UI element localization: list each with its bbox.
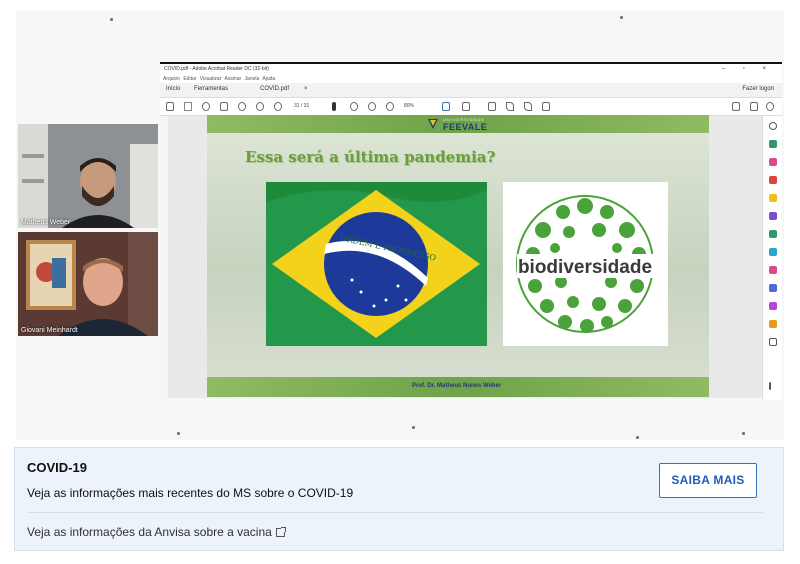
zoom-tool-icon[interactable] (769, 122, 777, 130)
frame-speck (620, 16, 623, 19)
presentation-slide: UNIVERSIDADE FEEVALE Essa será a última … (207, 115, 709, 397)
hand-icon[interactable] (350, 102, 358, 111)
scroll-mode-icon[interactable] (462, 102, 470, 111)
user-icon[interactable] (766, 102, 774, 111)
acrobat-toolbar: 31 / 31 80% (160, 98, 782, 116)
info-panel-title: COVID-19 (27, 460, 87, 475)
tab-ferramentas[interactable]: Ferramentas (194, 86, 228, 92)
search-icon[interactable] (238, 102, 246, 111)
mail-icon[interactable] (750, 102, 758, 111)
frame-speck (742, 432, 745, 435)
comment-icon[interactable] (488, 102, 496, 111)
ms-info-link[interactable]: Veja as informações mais recentes do MS … (27, 486, 353, 500)
tools-pane (762, 116, 782, 400)
export-pdf-icon[interactable] (769, 140, 777, 148)
window-title: COVID.pdf - Adobe Acrobat Reader DC (32-… (160, 64, 782, 75)
save-icon[interactable] (166, 102, 174, 111)
upload-icon[interactable] (202, 102, 210, 111)
highlight-icon[interactable] (524, 102, 532, 111)
slide-title: Essa será a última pandemia? (245, 148, 496, 166)
participant-video (18, 232, 158, 336)
sign-in-link[interactable]: Fazer logon (742, 86, 774, 92)
shield-icon[interactable] (769, 284, 777, 292)
create-pdf-icon[interactable] (769, 176, 777, 184)
zoom-in-icon[interactable] (386, 102, 394, 111)
anvisa-info-link[interactable]: Veja as informações da Anvisa sobre a va… (27, 525, 286, 539)
stamp-icon[interactable] (769, 320, 777, 328)
frame-speck (412, 426, 415, 429)
saiba-mais-button[interactable]: SAIBA MAIS (659, 463, 757, 498)
edit-pdf-icon[interactable] (769, 302, 777, 310)
participant-name: Matheus Weber (21, 219, 71, 226)
participant-tile[interactable]: Giovani Meinhardt (18, 232, 158, 336)
frame-speck (636, 436, 639, 439)
menu-bar: Arquivo Editar Visualizar Assinar Janela… (160, 75, 782, 83)
participant-video (18, 124, 158, 228)
page-indicator[interactable]: 31 / 31 (294, 103, 309, 109)
external-link-icon (275, 527, 286, 537)
divider (27, 512, 763, 513)
left-panel-toggle[interactable] (160, 116, 168, 400)
cursor-icon[interactable] (332, 102, 336, 111)
covid-info-panel: COVID-19 Veja as informações mais recent… (14, 447, 784, 551)
tab-inicio[interactable]: Início (166, 86, 180, 92)
video-player: Matheus Weber Giovani Meinhardt COVID.pd… (0, 0, 800, 564)
frame-speck (110, 18, 113, 21)
anvisa-info-text[interactable]: Veja as informações da Anvisa sobre a va… (27, 525, 272, 539)
acrobat-tab-bar: Início Ferramentas COVID.pdf × Fazer log… (160, 83, 782, 98)
collapse-pane-icon[interactable] (769, 382, 773, 390)
organize-pages-icon[interactable] (769, 158, 777, 166)
more-tools-icon[interactable] (769, 338, 777, 346)
tab-document[interactable]: COVID.pdf (260, 86, 289, 92)
redact-icon[interactable] (769, 266, 777, 274)
frame-speck (177, 432, 180, 435)
page-down-icon[interactable] (274, 102, 282, 111)
slide-author: Prof. Dr. Matheus Nunes Weber (412, 383, 502, 389)
fit-page-icon[interactable] (442, 102, 450, 111)
print-icon[interactable] (220, 102, 228, 111)
bio-word: biodiversidade (518, 257, 652, 278)
pen-icon[interactable] (506, 102, 514, 111)
zoom-select[interactable]: 80% (404, 103, 414, 109)
protect-icon[interactable] (769, 248, 777, 256)
feevale-logo-icon (428, 119, 438, 129)
window-controls: – ▫ × (721, 66, 774, 72)
page-up-icon[interactable] (256, 102, 264, 111)
participant-tile[interactable]: Matheus Weber (18, 124, 158, 228)
star-icon[interactable] (184, 102, 192, 111)
enhance-scan-icon[interactable] (769, 230, 777, 238)
zoom-out-icon[interactable] (368, 102, 376, 111)
sign-icon[interactable] (542, 102, 550, 111)
share-icon[interactable] (732, 102, 740, 111)
logo-text: FEEVALE (443, 122, 488, 132)
close-tab-icon[interactable]: × (304, 86, 308, 92)
biodiversity-image: biodiversidade (503, 182, 668, 346)
comment-tool-icon[interactable] (769, 194, 777, 202)
fill-sign-icon[interactable] (769, 212, 777, 220)
brazil-flag-image: ORDEM E PROGRESSO (266, 182, 487, 346)
participant-name: Giovani Meinhardt (21, 327, 78, 334)
